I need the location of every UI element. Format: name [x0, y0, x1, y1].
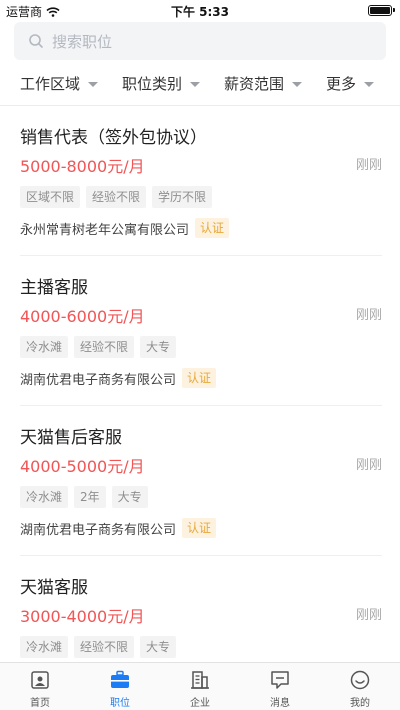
caret-down-icon [292, 82, 303, 87]
job-tag: 冷水滩 [20, 636, 69, 658]
battery-icon [368, 5, 395, 16]
tab-messages[interactable]: 消息 [240, 663, 320, 710]
job-post-time: 刚刚 [355, 608, 382, 623]
job-tag: 大专 [140, 336, 177, 358]
filter-label: 工作区域 [20, 75, 81, 93]
job-card[interactable]: 销售代表（签外包协议） 5000-8000元/月 刚刚 区域不限 经验不限 学历… [20, 106, 382, 256]
company-row: 永州常青树老年公寓有限公司 认证 [20, 218, 230, 238]
briefcase-icon [108, 668, 132, 692]
tab-profile[interactable]: 我的 [320, 663, 400, 710]
building-icon [188, 668, 212, 692]
message-icon [268, 668, 292, 692]
job-card[interactable]: 天猫售后客服 4000-5000元/月 刚刚 冷水滩 2年 大专 湖南优君电子商… [20, 406, 382, 556]
job-card[interactable]: 主播客服 4000-6000元/月 刚刚 冷水滩 经验不限 大专 湖南优君电子商… [20, 256, 382, 406]
filter-label: 薪资范围 [224, 75, 285, 93]
verified-badge: 认证 [182, 518, 217, 538]
job-tag: 经验不限 [86, 186, 147, 208]
status-bar: 运营商 下午 5:33 [0, 0, 400, 20]
tab-label: 消息 [270, 698, 290, 709]
tab-jobs[interactable]: 职位 [80, 663, 160, 710]
job-tag: 冷水滩 [20, 336, 69, 358]
job-tag: 冷水滩 [20, 486, 69, 508]
job-title: 天猫售后客服 [20, 428, 122, 448]
home-icon [28, 668, 52, 692]
job-post-time: 刚刚 [355, 308, 382, 323]
job-tag: 区域不限 [20, 186, 81, 208]
job-title: 主播客服 [20, 278, 88, 298]
job-tags: 区域不限 经验不限 学历不限 [20, 186, 213, 208]
filter-bar: 工作区域 职位类别 薪资范围 更多 [0, 62, 400, 106]
job-list: 销售代表（签外包协议） 5000-8000元/月 刚刚 区域不限 经验不限 学历… [0, 106, 400, 662]
job-salary: 4000-6000元/月 [20, 307, 145, 326]
job-title: 销售代表（签外包协议） [20, 128, 207, 148]
job-tag: 2年 [74, 486, 106, 508]
status-time: 下午 5:33 [170, 5, 230, 19]
tab-label: 职位 [110, 698, 130, 709]
job-tag: 大专 [111, 486, 148, 508]
company-row: 湖南优君电子商务有限公司 认证 [20, 518, 217, 538]
tab-companies[interactable]: 企业 [160, 663, 240, 710]
caret-down-icon [88, 82, 99, 87]
caret-down-icon [364, 82, 375, 87]
company-name[interactable]: 永州常青树老年公寓有限公司 [20, 219, 189, 238]
filter-work-area[interactable]: 工作区域 [20, 62, 99, 106]
job-salary: 3000-4000元/月 [20, 607, 145, 626]
job-tags: 冷水滩 经验不限 大专 [20, 336, 177, 358]
job-post-time: 刚刚 [355, 158, 382, 173]
job-tags: 冷水滩 2年 大专 [20, 486, 148, 508]
filter-label: 职位类别 [122, 75, 183, 93]
job-tag: 大专 [140, 636, 177, 658]
search-icon [26, 31, 46, 51]
search-input[interactable]: 搜索职位 [14, 22, 386, 60]
bottom-tab-bar: 首页 职位 企业 消息 我的 [0, 662, 400, 710]
tab-home[interactable]: 首页 [0, 663, 80, 710]
company-name[interactable]: 湖南优君电子商务有限公司 [20, 519, 176, 538]
job-title: 天猫客服 [20, 578, 88, 598]
job-tag: 经验不限 [74, 336, 135, 358]
job-card[interactable]: 天猫客服 3000-4000元/月 刚刚 冷水滩 经验不限 大专 [20, 556, 382, 662]
filter-label: 更多 [326, 75, 357, 93]
verified-badge: 认证 [195, 218, 230, 238]
caret-down-icon [190, 82, 201, 87]
filter-salary-range[interactable]: 薪资范围 [224, 62, 303, 106]
tab-label: 首页 [30, 698, 50, 709]
profile-icon [348, 668, 372, 692]
job-tag: 经验不限 [74, 636, 135, 658]
job-salary: 4000-5000元/月 [20, 457, 145, 476]
tab-label: 企业 [190, 698, 210, 709]
company-row: 湖南优君电子商务有限公司 认证 [20, 368, 217, 388]
company-name[interactable]: 湖南优君电子商务有限公司 [20, 369, 176, 388]
filter-more[interactable]: 更多 [326, 62, 375, 106]
search-placeholder: 搜索职位 [52, 32, 113, 51]
job-post-time: 刚刚 [355, 458, 382, 473]
job-tag: 学历不限 [152, 186, 213, 208]
verified-badge: 认证 [182, 368, 217, 388]
tab-label: 我的 [350, 698, 370, 709]
job-salary: 5000-8000元/月 [20, 157, 145, 176]
job-tags: 冷水滩 经验不限 大专 [20, 636, 177, 658]
filter-job-category[interactable]: 职位类别 [122, 62, 201, 106]
